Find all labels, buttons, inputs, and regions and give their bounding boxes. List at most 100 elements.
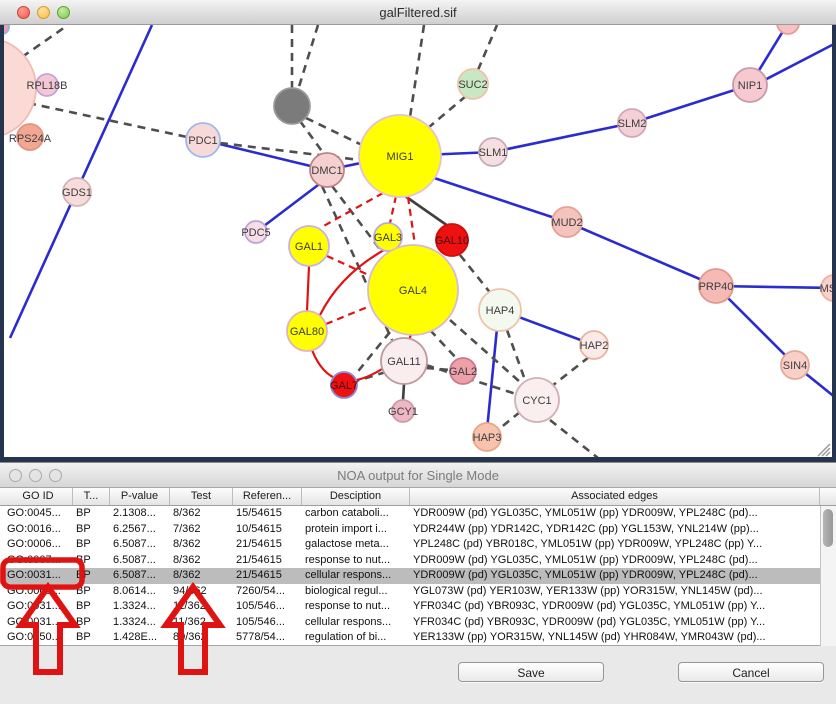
cell[interactable]: 6.5087... [110,568,170,584]
cell[interactable]: cellular respons... [302,568,410,584]
cell[interactable]: YDR009W (pd) YGL035C, YML051W (pp) YDR00… [410,553,820,569]
cell[interactable]: YDR244W (pp) YDR142C, YDR142C (pp) YGL15… [410,522,820,538]
cell[interactable]: 5778/54... [233,630,302,646]
cell[interactable]: 80/362 [170,630,233,646]
save-button[interactable]: Save [458,662,604,682]
cell[interactable]: 8/362 [170,537,233,553]
cell[interactable]: 7/362 [170,522,233,538]
column-header-Associated edges[interactable]: Associated edges [410,488,820,505]
edge [499,412,520,429]
network-window-titlebar[interactable]: galFiltered.sif [0,0,836,25]
cell[interactable]: galactose meta... [302,537,410,553]
cell[interactable]: YER133W (pp) YOR315W, YNL145W (pd) YHR08… [410,630,820,646]
edge [256,182,322,232]
table-row[interactable]: GO:0031...BP1.3324...11/362105/546...cel… [0,615,820,631]
cell[interactable]: response to nut... [302,599,410,615]
cell[interactable]: YDR009W (pd) YGL035C, YML051W (pp) YDR00… [410,568,820,584]
node-gray-node[interactable] [274,88,310,124]
cell[interactable]: BP [73,553,110,569]
cell[interactable]: 21/54615 [233,553,302,569]
cell[interactable]: GO:0050... [4,630,73,646]
cell[interactable]: carbon cataboli... [302,506,410,522]
cell[interactable]: 11/362 [170,615,233,631]
table-row[interactable]: GO:0031...BP1.3324...11/362105/546...res… [0,599,820,615]
cell[interactable]: 105/546... [233,599,302,615]
cell[interactable]: GO:0031... [4,568,73,584]
cell[interactable]: BP [73,537,110,553]
cell[interactable]: protein import i... [302,522,410,538]
cell[interactable]: 8/362 [170,568,233,584]
cell[interactable]: GO:0065... [4,584,73,600]
resize-grip-icon[interactable] [818,444,830,456]
cell[interactable]: BP [73,630,110,646]
node-label: GCY1 [388,406,418,418]
cell[interactable]: regulation of bi... [302,630,410,646]
cell[interactable]: 1.3324... [110,599,170,615]
column-header-Desciption[interactable]: Desciption [302,488,410,505]
cell[interactable]: 1.428E... [110,630,170,646]
table-body[interactable]: GO:0045...BP2.1308...8/36215/54615carbon… [0,506,836,646]
cell[interactable]: 1.3324... [110,615,170,631]
node-top-right[interactable] [777,25,799,34]
cell[interactable]: GO:0045... [4,506,73,522]
column-header-Referen...[interactable]: Referen... [233,488,302,505]
table-scrollbar[interactable] [820,506,836,646]
table-row[interactable]: GO:0050...BP1.428E...80/3625778/54...reg… [0,630,820,646]
cell[interactable]: response to nut... [302,553,410,569]
cell[interactable]: 21/54615 [233,568,302,584]
table-row[interactable]: GO:0007...BP6.5087...8/36221/54615respon… [0,553,820,569]
edge [567,222,716,286]
cell[interactable]: 8.0614... [110,584,170,600]
table-header: GO IDT...P-valueTestReferen...Desciption… [0,488,836,506]
node-corner[interactable] [4,25,9,34]
cell[interactable]: BP [73,599,110,615]
cell[interactable]: 7260/54... [233,584,302,600]
cell[interactable]: 21/54615 [233,537,302,553]
cell[interactable]: BP [73,584,110,600]
node-label: HAP2 [580,340,609,352]
scrollbar-thumb[interactable] [823,509,833,547]
noa-titlebar[interactable]: NOA output for Single Mode [0,463,836,488]
cell[interactable]: 105/546... [233,615,302,631]
table-row[interactable]: GO:0016...BP6.2567...7/36210/54615protei… [0,522,820,538]
table-row[interactable]: GO:0006...BP6.5087...8/36221/54615galact… [0,537,820,553]
node-label: PDC1 [188,135,217,147]
cell[interactable]: 6.5087... [110,553,170,569]
table-row[interactable]: GO:0065...BP8.0614...94/3627260/54...bio… [0,584,820,600]
cell[interactable]: GO:0016... [4,522,73,538]
cell[interactable]: 11/362 [170,599,233,615]
cell[interactable]: GO:0006... [4,537,73,553]
cell[interactable]: BP [73,615,110,631]
cell[interactable]: YFR034C (pd) YBR093C, YDR009W (pd) YGL03… [410,615,820,631]
cell[interactable]: 2.1308... [110,506,170,522]
column-header-Test[interactable]: Test [170,488,233,505]
cell[interactable]: BP [73,506,110,522]
cell[interactable]: GO:0031... [4,615,73,631]
cell[interactable]: YDR009W (pd) YGL035C, YML051W (pp) YDR00… [410,506,820,522]
cell[interactable]: 94/362 [170,584,233,600]
cell[interactable]: BP [73,522,110,538]
cell[interactable]: GO:0031... [4,599,73,615]
table-row[interactable]: GO:0031...BP6.5087...8/36221/54615cellul… [0,568,820,584]
cell[interactable]: biological regul... [302,584,410,600]
cell[interactable]: 8/362 [170,506,233,522]
column-header-GO ID[interactable]: GO ID [4,488,73,505]
cell[interactable]: 6.5087... [110,537,170,553]
cell[interactable]: 10/54615 [233,522,302,538]
cell[interactable]: cellular respons... [302,615,410,631]
column-header-spacer[interactable] [820,488,836,505]
edge [408,197,415,245]
column-header-T...[interactable]: T... [73,488,110,505]
cell[interactable]: 8/362 [170,553,233,569]
cancel-button[interactable]: Cancel [678,662,824,682]
cell[interactable]: 6.2567... [110,522,170,538]
network-canvas[interactable]: RPL18BRPS24AGDS1PDC1DMC1MIG1PDC5SUC2SLM1… [0,25,836,462]
cell[interactable]: YPL248C (pd) YBR018C, YML051W (pp) YDR00… [410,537,820,553]
cell[interactable]: YGL073W (pd) YER103W, YER133W (pp) YOR31… [410,584,820,600]
cell[interactable]: GO:0007... [4,553,73,569]
column-header-P-value[interactable]: P-value [110,488,170,505]
cell[interactable]: YFR034C (pd) YBR093C, YDR009W (pd) YGL03… [410,599,820,615]
cell[interactable]: 15/54615 [233,506,302,522]
table-row[interactable]: GO:0045...BP2.1308...8/36215/54615carbon… [0,506,820,522]
cell[interactable]: BP [73,568,110,584]
